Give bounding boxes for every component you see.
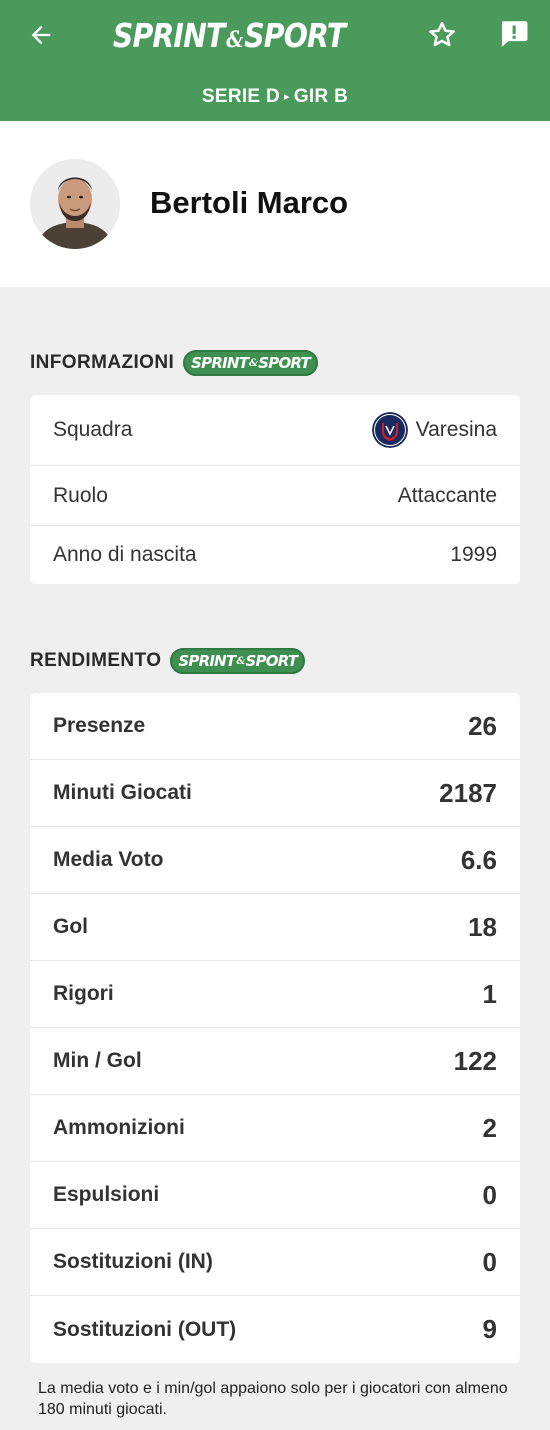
report-icon (501, 21, 528, 47)
stat-value: 2 (482, 1112, 497, 1143)
stat-label: Espulsioni (53, 1183, 160, 1206)
sprint-sport-badge: SPRINT & SPORT (170, 648, 306, 674)
stat-row-espulsioni: Espulsioni 0 (30, 1162, 520, 1229)
stat-row-rigori: Rigori 1 (30, 961, 520, 1028)
stat-value: 18 (468, 911, 497, 942)
stat-row-presenze: Presenze 26 (30, 693, 520, 760)
sprint-sport-badge: SPRINT & SPORT (183, 350, 318, 376)
player-avatar (30, 159, 120, 249)
stat-row-sostituzioni-in: Sostituzioni (IN) 0 (30, 1229, 520, 1296)
stat-label: Presenze (53, 714, 146, 737)
info-row-team[interactable]: Squadra Varesina (30, 395, 520, 466)
stat-value: 1 (482, 978, 497, 1009)
stat-value: 9 (482, 1314, 497, 1344)
stat-label: Minuti Giocati (53, 781, 192, 804)
info-card: Squadra Varesina Ruolo Attaccante Anno d… (30, 395, 520, 584)
star-outline-icon (429, 22, 455, 47)
stat-row-ammonizioni: Ammonizioni 2 (30, 1095, 520, 1162)
info-label: Squadra (53, 418, 133, 441)
team-name: Varesina (415, 418, 497, 441)
stat-label: Sostituzioni (OUT) (53, 1317, 237, 1341)
stat-value: 122 (453, 1045, 497, 1076)
stat-label: Sostituzioni (IN) (53, 1250, 213, 1273)
player-profile-card: Bertoli Marco (0, 121, 550, 287)
app-header: SPRINT&SPORT SERIE D ▸ GIR B (0, 0, 550, 121)
stat-value: 0 (482, 1179, 497, 1210)
report-button[interactable] (494, 14, 534, 54)
stat-value: 6.6 (460, 844, 497, 875)
stats-footnote: La media voto e i min/gol appaiono solo … (38, 1380, 508, 1418)
back-button[interactable] (22, 16, 60, 54)
stat-value: 0 (482, 1246, 497, 1277)
info-value: Attaccante (397, 483, 497, 507)
team-crest-icon (371, 412, 408, 448)
stat-label: Gol (53, 915, 88, 938)
stat-value: 2187 (439, 777, 497, 808)
stat-row-sostituzioni-out: Sostituzioni (OUT) 9 (30, 1296, 520, 1363)
stat-label: Media Voto (53, 848, 164, 871)
stat-row-gol: Gol 18 (30, 894, 520, 961)
stats-section-title: RENDIMENTO SPRINT & SPORT (30, 648, 306, 674)
player-name: Bertoli Marco (150, 185, 349, 220)
sprint-sport-logo: SPRINT&SPORT (112, 15, 346, 55)
team-link[interactable]: Varesina (371, 412, 497, 448)
stats-card: Presenze 26 Minuti Giocati 2187 Media Vo… (30, 693, 520, 1363)
stat-label: Min / Gol (53, 1049, 142, 1072)
arrow-left-icon (31, 25, 51, 45)
stat-row-minuti: Minuti Giocati 2187 (30, 760, 520, 827)
info-section-title: INFORMAZIONI SPRINT & SPORT (30, 350, 318, 376)
stat-row-min-gol: Min / Gol 122 (30, 1028, 520, 1095)
info-label: Ruolo (53, 483, 108, 507)
info-row-role: Ruolo Attaccante (30, 466, 520, 526)
info-label: Anno di nascita (53, 543, 197, 566)
stat-value: 26 (468, 710, 497, 741)
stat-label: Ammonizioni (53, 1116, 185, 1139)
league-breadcrumb[interactable]: SERIE D ▸ GIR B (0, 86, 550, 108)
stat-label: Rigori (53, 982, 114, 1005)
info-row-birth-year: Anno di nascita 1999 (30, 526, 520, 584)
info-value: 1999 (450, 543, 497, 566)
stat-row-media-voto: Media Voto 6.6 (30, 827, 520, 894)
favorite-button[interactable] (422, 15, 462, 55)
